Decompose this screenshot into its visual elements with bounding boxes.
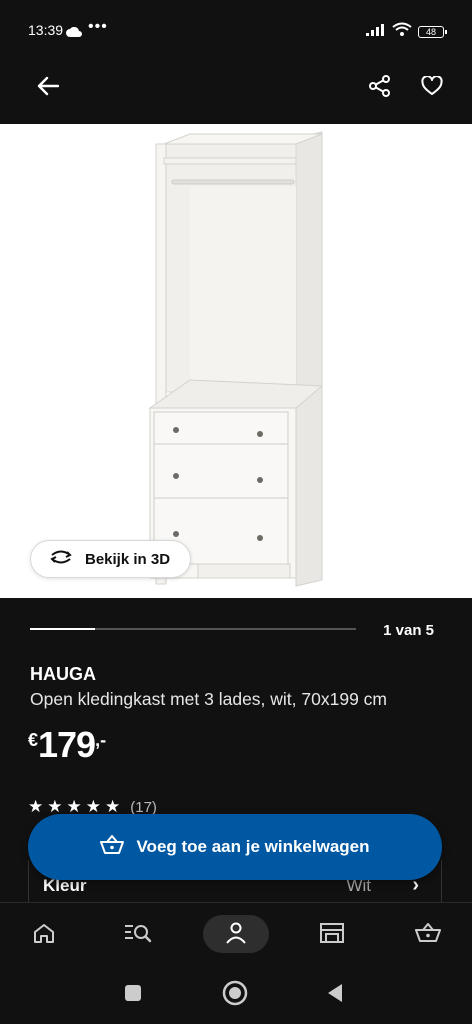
share-button[interactable] [362, 70, 398, 106]
review-count: (17) [130, 798, 157, 816]
status-time: 13:39 [28, 22, 64, 38]
page-indicator: 1 van 5 [383, 622, 434, 639]
square-icon [124, 984, 142, 1007]
back-button[interactable] [30, 70, 66, 106]
add-to-cart-label: Voeg toe aan je winkelwagen [136, 837, 370, 856]
price-currency: € [28, 730, 39, 750]
search-icon [124, 923, 152, 948]
cart-icon [415, 922, 441, 948]
battery-icon: 48 [418, 25, 447, 38]
price-amount: 179 [38, 724, 96, 765]
star-icon: ★ [28, 797, 44, 816]
progress-fill [30, 628, 96, 630]
home-icon [33, 923, 55, 948]
home-button[interactable] [222, 980, 248, 1011]
nav-home[interactable] [24, 917, 64, 953]
product-description: Open kledingkast met 3 lades, wit, 70x19… [30, 689, 387, 709]
status-bar: 13:39 ••• 48 [0, 0, 472, 62]
nav-profile[interactable] [216, 917, 256, 953]
product-image-gallery[interactable]: Bekijk in 3D [0, 124, 472, 598]
profile-icon [225, 922, 247, 949]
share-icon [369, 74, 391, 102]
cart-icon [100, 834, 125, 860]
arrow-left-icon [37, 76, 60, 101]
system-navigation [0, 966, 472, 1024]
wardrobe-image [148, 131, 324, 587]
gallery-progress: 1 van 5 [30, 622, 442, 642]
favorite-button[interactable] [414, 70, 450, 106]
nav-store[interactable] [312, 917, 352, 953]
cloud-icon [66, 24, 82, 42]
product-price: € 179 ,- [28, 724, 106, 766]
circle-icon [222, 980, 248, 1011]
wifi-icon [392, 22, 412, 41]
triangle-back-icon [326, 983, 344, 1008]
status-indicators: 48 [366, 22, 447, 41]
notification-dots: ••• [88, 18, 108, 35]
progress-track [30, 628, 356, 630]
back-system-button[interactable] [322, 982, 348, 1008]
view-in-3d-label: Bekijk in 3D [85, 550, 171, 568]
recent-apps-button[interactable] [120, 982, 146, 1008]
signal-icon [366, 23, 386, 41]
store-icon [319, 922, 345, 949]
nav-cart[interactable] [408, 917, 448, 953]
product-name: HAUGA [30, 664, 96, 684]
nav-search[interactable] [118, 917, 158, 953]
price-decimals: ,- [95, 730, 107, 750]
top-bar [0, 62, 472, 124]
add-to-cart-button[interactable]: Voeg toe aan je winkelwagen [28, 814, 442, 880]
heart-icon [421, 74, 443, 101]
view-in-3d-button[interactable]: Bekijk in 3D [30, 540, 192, 578]
rotate-3d-icon [49, 549, 73, 569]
bottom-navigation [0, 902, 472, 967]
